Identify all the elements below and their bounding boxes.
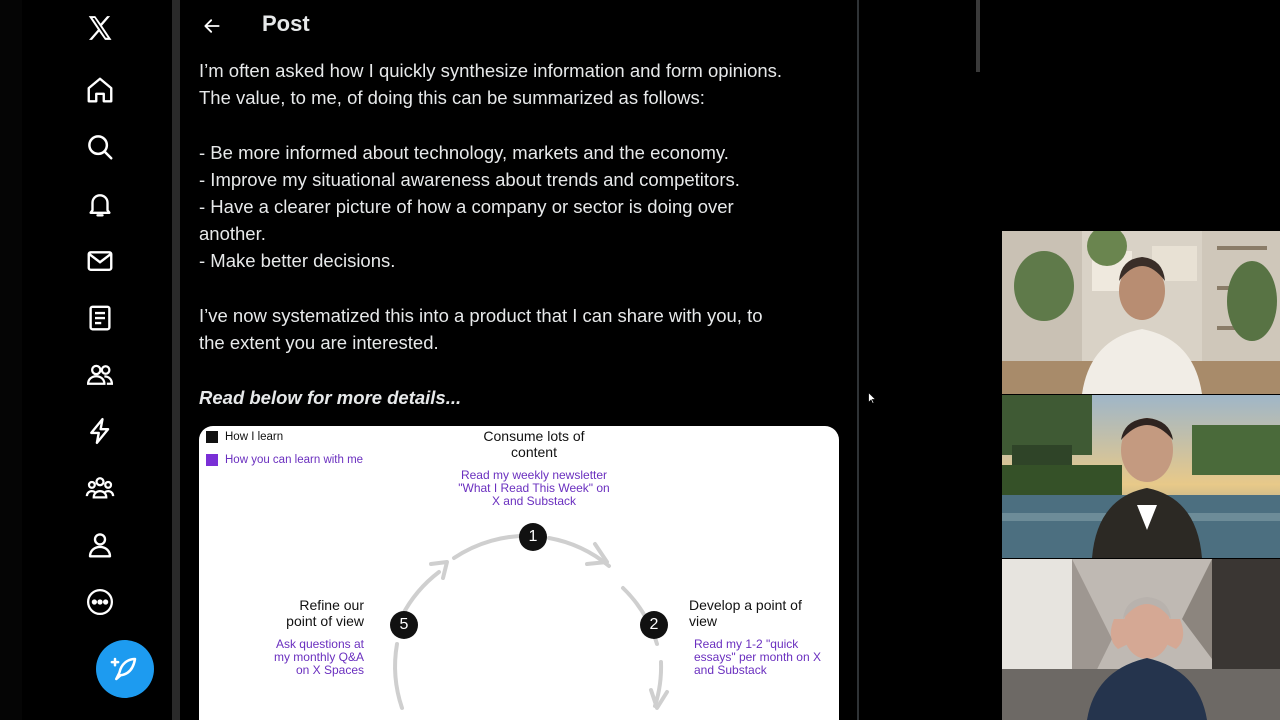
step-heading-line: Develop a point of <box>689 597 802 613</box>
scrollbar[interactable] <box>976 0 980 72</box>
legend-item: How you can learn with me <box>206 454 363 466</box>
back-button[interactable] <box>198 12 226 40</box>
right-rail <box>859 0 979 720</box>
mail-icon[interactable] <box>75 236 125 286</box>
lightning-icon[interactable] <box>75 406 125 456</box>
post-bullet: another. <box>199 223 266 244</box>
step-number: 5 <box>390 611 418 639</box>
step-description: Ask questions at my monthly Q&A on X Spa… <box>244 638 364 677</box>
x-logo-icon[interactable] <box>75 3 125 53</box>
legend-label: How I learn <box>225 431 284 443</box>
post-paragraph-1: I’m often asked how I quickly synthesize… <box>199 57 849 111</box>
post-text-line: The value, to me, of doing this can be s… <box>199 87 705 108</box>
feather-plus-icon <box>110 657 137 681</box>
step-description-line: X and Substack <box>491 494 577 508</box>
step-heading-line: Refine our <box>299 597 364 613</box>
post-text-line: I’m often asked how I quickly synthesize… <box>199 60 783 81</box>
legend-swatch <box>206 454 218 466</box>
list-icon[interactable] <box>75 293 125 343</box>
step-heading: Consume lots of content <box>449 428 619 460</box>
sidebar-nav <box>22 0 172 720</box>
search-icon[interactable] <box>75 122 125 172</box>
bell-icon[interactable] <box>75 179 125 229</box>
arrow-left-icon <box>204 19 220 33</box>
post-bullet: - Improve my situational awareness about… <box>199 169 740 190</box>
step-heading-line: point of view <box>286 613 364 629</box>
post-emphasis: Read below for more details... <box>199 387 462 408</box>
post-bullet: - Be more informed about technology, mar… <box>199 142 729 163</box>
step-heading-line: Consume lots of <box>483 428 585 444</box>
profile-icon[interactable] <box>75 520 125 570</box>
legend-swatch <box>206 431 218 443</box>
communities-icon[interactable] <box>75 350 125 400</box>
post-text-line: the extent you are interested. <box>199 332 439 353</box>
post-bullets: - Be more informed about technology, mar… <box>199 139 849 274</box>
post-text-line: I’ve now systematized this into a produc… <box>199 305 763 326</box>
people-icon[interactable] <box>75 463 125 513</box>
video-tile-participant-2[interactable] <box>1002 395 1280 558</box>
window-edge <box>0 0 22 720</box>
page-title: Post <box>262 11 310 36</box>
home-icon[interactable] <box>75 65 125 115</box>
step-heading-line: view <box>689 613 718 629</box>
step-number: 1 <box>519 523 547 551</box>
compose-button[interactable] <box>96 640 154 698</box>
video-tile-participant-3[interactable] <box>1002 559 1280 720</box>
step-description-line: and Substack <box>694 663 767 677</box>
post-bullet: - Make better decisions. <box>199 250 396 271</box>
step-heading: Develop a point of view <box>689 597 829 629</box>
video-tile-participant-1[interactable] <box>1002 231 1280 394</box>
legend-item: How I learn <box>206 431 283 443</box>
legend-label: How you can learn with me <box>225 454 364 466</box>
post-paragraph-2: I’ve now systematized this into a produc… <box>199 302 849 356</box>
step-description: Read my weekly newsletter "What I Read T… <box>439 469 629 508</box>
step-heading: Refine our point of view <box>244 597 364 629</box>
step-heading-line: content <box>511 444 557 460</box>
post-image[interactable]: How I learn How you can learn with me Co… <box>199 426 839 720</box>
post-bullet: - Have a clearer picture of how a compan… <box>199 196 734 217</box>
step-description-line: on X Spaces <box>295 663 364 677</box>
column-divider <box>172 0 180 720</box>
mouse-cursor-icon <box>868 392 876 404</box>
step-number: 2 <box>640 611 668 639</box>
step-description: Read my 1-2 "quick essays" per month on … <box>694 638 834 677</box>
more-icon[interactable] <box>75 577 125 627</box>
